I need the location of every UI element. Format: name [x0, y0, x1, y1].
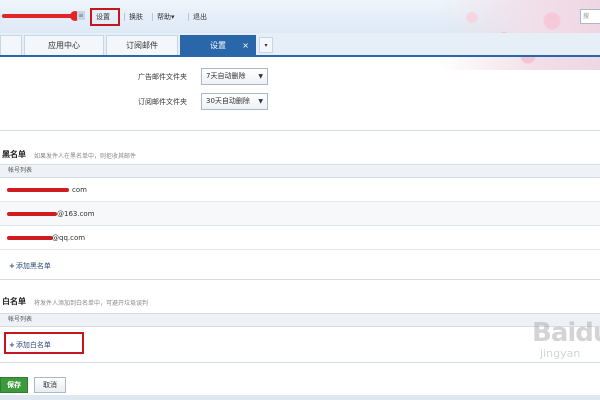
- top-header: ≡ 设置 换肤 帮助▾ 退出 搜: [0, 0, 600, 70]
- blacklist-column-header: 帐号列表: [0, 164, 600, 178]
- redacted-email: [7, 236, 53, 240]
- ad-folder-label: 广告邮件文件夹: [138, 73, 187, 81]
- watermark-subtitle: jingyan: [540, 347, 581, 360]
- help-menu[interactable]: 帮助▾: [157, 12, 175, 22]
- plus-icon: +: [9, 341, 15, 349]
- watermark-logo: Baidu: [532, 318, 600, 348]
- skin-link[interactable]: 换肤: [129, 12, 143, 22]
- divider: [152, 13, 153, 21]
- add-blacklist-label: 添加黑名单: [15, 262, 51, 270]
- email-suffix: com: [72, 186, 87, 194]
- subscription-folder-select[interactable]: 30天自动删除 ▼: [201, 93, 268, 110]
- search-input[interactable]: 搜: [580, 9, 600, 24]
- section-divider: [0, 362, 600, 363]
- whitelist-title: 白名单: [2, 297, 26, 306]
- tab-app-center-label: 应用中心: [48, 41, 80, 50]
- cancel-button[interactable]: 取消: [34, 377, 66, 393]
- tab-app-center[interactable]: 应用中心 BETA: [24, 35, 121, 55]
- help-label: 帮助: [157, 13, 171, 21]
- tab-home[interactable]: [0, 35, 22, 55]
- user-level-icon: ≡: [77, 11, 85, 20]
- email-suffix: @163.com: [57, 210, 95, 218]
- tab-bar: 应用中心 BETA 订阅邮件 设置 × ▾: [0, 33, 600, 57]
- ad-folder-value: 7天自动删除: [206, 72, 246, 80]
- section-divider: [0, 130, 600, 131]
- divider: [124, 13, 125, 21]
- add-whitelist-label: 添加白名单: [15, 341, 51, 349]
- add-whitelist-link[interactable]: +添加白名单: [9, 340, 51, 350]
- blacklist-title: 黑名单: [2, 150, 26, 159]
- logout-link[interactable]: 退出: [193, 12, 207, 22]
- settings-link[interactable]: 设置: [96, 12, 110, 22]
- subscription-folder-row: 订阅邮件文件夹 30天自动删除 ▼: [0, 92, 600, 112]
- blacklist-description: 如果发件人在黑名单中，则拒收其邮件: [34, 153, 137, 160]
- redacted-email: [7, 188, 69, 192]
- redacted-email: [7, 212, 57, 216]
- plus-icon: +: [9, 262, 15, 270]
- subscription-folder-value: 30天自动删除: [206, 97, 250, 105]
- save-button[interactable]: 保存: [0, 377, 28, 393]
- subscription-folder-label: 订阅邮件文件夹: [138, 98, 187, 106]
- settings-content: 广告邮件文件夹 7天自动删除 ▼ 订阅邮件文件夹 30天自动删除 ▼ 黑名单 如…: [0, 57, 600, 400]
- chevron-down-icon: ▾: [171, 13, 175, 21]
- chevron-down-icon: ▼: [258, 98, 263, 105]
- section-divider: [0, 279, 600, 280]
- tab-settings[interactable]: 设置 ×: [180, 35, 256, 55]
- redacted-username: [2, 11, 80, 21]
- whitelist-column-header: 帐号列表: [0, 313, 600, 327]
- close-icon[interactable]: ×: [242, 36, 249, 55]
- blacklist-row[interactable]: @qq.com: [0, 226, 600, 250]
- chevron-down-icon: ▼: [258, 73, 263, 80]
- blacklist-row[interactable]: com: [0, 178, 600, 202]
- tab-settings-label: 设置: [210, 41, 226, 50]
- whitelist-description: 将发件人添加到白名单中，可避开垃圾误判: [34, 300, 149, 307]
- add-blacklist-link[interactable]: +添加黑名单: [9, 261, 51, 271]
- ad-folder-row: 广告邮件文件夹 7天自动删除 ▼: [0, 67, 600, 87]
- tab-subscribed-mail[interactable]: 订阅邮件: [106, 35, 178, 55]
- ad-folder-select[interactable]: 7天自动删除 ▼: [201, 68, 268, 85]
- blacklist-row[interactable]: @163.com: [0, 202, 600, 226]
- divider: [188, 13, 189, 21]
- bottom-bar: [0, 395, 600, 400]
- tab-more-button[interactable]: ▾: [259, 37, 273, 53]
- email-suffix: @qq.com: [52, 234, 86, 242]
